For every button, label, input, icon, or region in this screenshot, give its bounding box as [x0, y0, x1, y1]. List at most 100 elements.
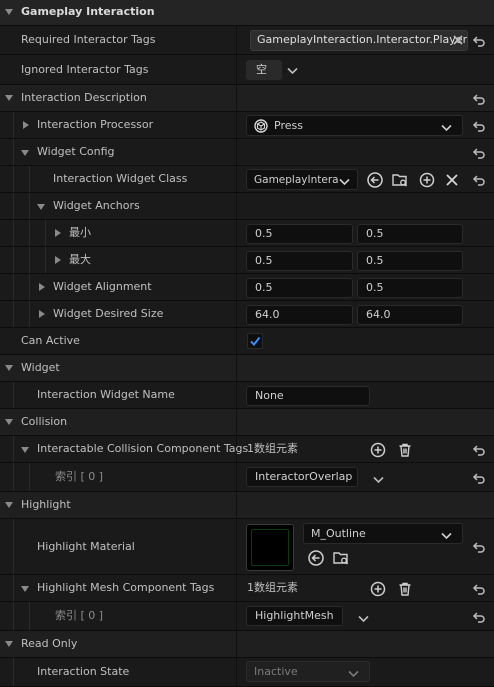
empty-label: 空: [256, 63, 267, 76]
row-ignored-interactor-tags: Ignored Interactor Tags 空: [0, 55, 494, 85]
delete-all-icon[interactable]: [396, 441, 414, 459]
add-new-icon[interactable]: [418, 171, 436, 189]
interaction-state-dropdown: Inactive: [246, 661, 370, 682]
array-index-label: 索引 [ 0 ]: [55, 470, 104, 483]
property-label: Highlight Mesh Component Tags: [37, 581, 215, 594]
reset-to-default-icon[interactable]: [472, 540, 486, 554]
delete-all-icon[interactable]: [396, 580, 414, 598]
reset-to-default-icon[interactable]: [472, 173, 486, 187]
row-anchor-min: 最小 0.5 0.5: [0, 220, 494, 247]
row-highlight-mesh-tags[interactable]: Highlight Mesh Component Tags 1数组元素: [0, 575, 494, 602]
tag-chip[interactable]: GameplayInteraction.Interactor.Player: [250, 30, 468, 51]
property-label: Required Interactor Tags: [21, 33, 156, 46]
collision-tag-field[interactable]: InteractorOverlap: [246, 467, 358, 487]
highlight-tag-field[interactable]: HighlightMesh: [246, 606, 343, 626]
expand-arrow-icon[interactable]: [5, 9, 13, 15]
property-label: Interaction Processor: [37, 118, 154, 131]
desired-size-x-field[interactable]: 64.0: [246, 305, 353, 325]
browse-folder-icon[interactable]: [391, 171, 409, 189]
anchor-min-x-field[interactable]: 0.5: [246, 224, 353, 244]
row-collision-component-tags[interactable]: Interactable Collision Component Tags 1数…: [0, 436, 494, 463]
clear-icon[interactable]: [443, 171, 461, 189]
property-label: Interaction State: [37, 665, 130, 678]
reset-to-default-icon[interactable]: [472, 34, 486, 48]
row-highlight-material: Highlight Material M_Outline: [0, 519, 494, 575]
row-widget-desired-size: Widget Desired Size 64.0 64.0: [0, 301, 494, 328]
expand-arrow-icon[interactable]: [21, 447, 29, 453]
expand-arrow-icon[interactable]: [5, 365, 13, 371]
array-count: 1数组元素: [247, 581, 298, 594]
add-element-icon[interactable]: [369, 441, 387, 459]
expand-arrow-icon[interactable]: [21, 150, 29, 156]
expand-arrow-icon[interactable]: [5, 95, 13, 101]
row-required-interactor-tags: Required Interactor Tags GameplayInterac…: [0, 26, 494, 55]
expand-arrow-icon[interactable]: [39, 283, 45, 291]
add-element-icon[interactable]: [369, 580, 387, 598]
category-interaction-description[interactable]: Interaction Description: [0, 85, 494, 112]
category-highlight[interactable]: Highlight: [0, 492, 494, 519]
expand-arrow-icon[interactable]: [5, 502, 13, 508]
reset-to-default-icon[interactable]: [472, 443, 486, 457]
category-read-only[interactable]: Read Only: [0, 631, 494, 658]
checkmark-icon: [250, 336, 261, 347]
category-label: Interaction Description: [21, 91, 147, 104]
anchor-min-y-field[interactable]: 0.5: [357, 224, 463, 244]
row-widget-config[interactable]: Widget Config: [0, 139, 494, 166]
thumbnail-preview: [251, 529, 289, 566]
reset-to-default-icon[interactable]: [472, 610, 486, 624]
can-active-checkbox[interactable]: [247, 333, 263, 349]
anchor-max-y-field[interactable]: 0.5: [357, 251, 463, 271]
category-widget[interactable]: Widget: [0, 355, 494, 382]
processor-class-icon: [254, 119, 268, 133]
expand-arrow-icon[interactable]: [5, 641, 13, 647]
chevron-down-icon: [339, 176, 350, 189]
reset-to-default-icon[interactable]: [472, 119, 486, 133]
category-gameplay-interaction[interactable]: Gameplay Interaction: [0, 0, 494, 26]
use-selected-icon[interactable]: [307, 549, 325, 567]
ignored-tags-combo[interactable]: 空: [246, 60, 282, 80]
alignment-y-field[interactable]: 0.5: [357, 278, 463, 298]
reset-to-default-icon[interactable]: [472, 92, 486, 106]
material-dropdown[interactable]: M_Outline: [303, 523, 463, 544]
browse-folder-icon[interactable]: [332, 549, 350, 567]
row-widget-alignment: Widget Alignment 0.5 0.5: [0, 274, 494, 301]
expand-arrow-icon[interactable]: [55, 256, 61, 264]
widget-class-dropdown[interactable]: GameplayIntera: [246, 169, 358, 190]
row-interaction-widget-name: Interaction Widget Name None: [0, 382, 494, 409]
row-interaction-widget-class: Interaction Widget Class GameplayIntera: [0, 166, 494, 193]
row-widget-anchors[interactable]: Widget Anchors: [0, 193, 494, 220]
remove-tag-icon[interactable]: [452, 34, 464, 46]
chevron-down-icon[interactable]: [373, 474, 384, 487]
expand-arrow-icon[interactable]: [23, 121, 29, 129]
chevron-down-icon[interactable]: [358, 613, 369, 626]
property-label: Interactable Collision Component Tags: [37, 442, 249, 455]
property-label: 最小: [69, 226, 91, 239]
use-selected-icon[interactable]: [366, 171, 384, 189]
expand-arrow-icon[interactable]: [39, 310, 45, 318]
processor-dropdown[interactable]: Press: [246, 115, 463, 136]
row-interaction-processor: Interaction Processor Press: [0, 112, 494, 139]
reset-to-default-icon[interactable]: [472, 582, 486, 596]
alignment-x-field[interactable]: 0.5: [246, 278, 353, 298]
chevron-down-icon[interactable]: [287, 65, 298, 78]
details-panel: Gameplay Interaction Required Interactor…: [0, 0, 494, 687]
expand-arrow-icon[interactable]: [5, 419, 13, 425]
category-collision[interactable]: Collision: [0, 409, 494, 436]
array-index-label: 索引 [ 0 ]: [55, 609, 104, 622]
expand-arrow-icon[interactable]: [55, 229, 61, 237]
widget-class-value: GameplayIntera: [254, 174, 339, 186]
widget-name-field[interactable]: None: [246, 386, 370, 406]
expand-arrow-icon[interactable]: [37, 204, 45, 210]
expand-arrow-icon[interactable]: [21, 586, 29, 592]
anchor-max-x-field[interactable]: 0.5: [246, 251, 353, 271]
property-label: Highlight Material: [37, 540, 135, 553]
category-label: Gameplay Interaction: [21, 5, 155, 18]
property-label: Ignored Interactor Tags: [21, 63, 149, 76]
reset-to-default-icon[interactable]: [472, 471, 486, 485]
row-can-active: Can Active: [0, 328, 494, 355]
row-highlight-index-0: 索引 [ 0 ] HighlightMesh: [0, 602, 494, 631]
category-label: Highlight: [21, 498, 71, 511]
desired-size-y-field[interactable]: 64.0: [357, 305, 463, 325]
material-thumbnail[interactable]: [246, 524, 294, 571]
reset-to-default-icon[interactable]: [472, 146, 486, 160]
